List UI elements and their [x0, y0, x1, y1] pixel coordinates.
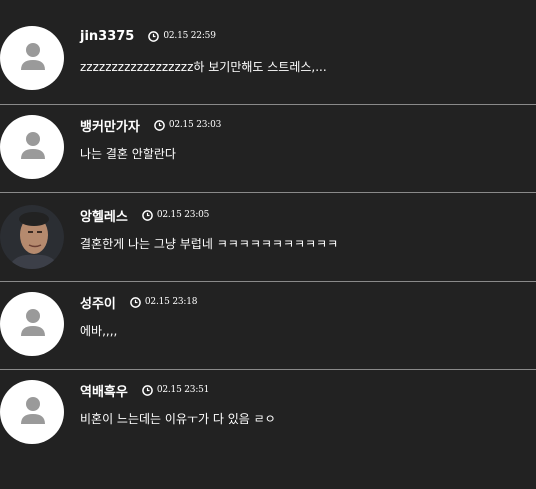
- default-user-icon: [21, 43, 45, 70]
- avatar[interactable]: [0, 115, 64, 179]
- comment-text: 비혼이 느는데는 이유ㅜ가 다 있음 ㄹㅇ: [80, 412, 276, 426]
- comment-header: jin3375 02.15 22:59: [80, 26, 216, 46]
- comment-timestamp: 02.15 23:18: [144, 297, 198, 307]
- comment-item: 뱅커만가자 02.15 23:03 나는 결혼 안할란다: [0, 105, 536, 193]
- default-user-icon: [21, 397, 45, 424]
- comment-item: 앙헬레스 02.15 23:05 결혼한게 나는 그냥 부럽네 ㅋㅋㅋㅋㅋㅋㅋㅋ…: [0, 193, 536, 282]
- clock-icon: [148, 30, 160, 42]
- comment-text: 결혼한게 나는 그냥 부럽네 ㅋㅋㅋㅋㅋㅋㅋㅋㅋㅋㅋ: [80, 237, 339, 251]
- comment-item: 성주이 02.15 23:18 에바,,,,: [0, 282, 536, 370]
- comment-text: 나는 결혼 안할란다: [80, 147, 176, 161]
- comment-header: 뱅커만가자 02.15 23:03: [80, 115, 221, 135]
- comment-timestamp: 02.15 22:59: [163, 31, 216, 41]
- comment-author[interactable]: 뱅커만가자: [80, 116, 140, 135]
- comment-author[interactable]: 앙헬레스: [80, 206, 128, 225]
- comment-timestamp: 02.15 23:51: [156, 385, 210, 395]
- default-user-icon: [21, 132, 45, 159]
- comment-header: 앙헬레스 02.15 23:05: [80, 205, 209, 225]
- comment-item: jin3375 02.15 22:59 zzzzzzzzzzzzzzzzzz하 …: [0, 0, 536, 105]
- avatar[interactable]: [0, 292, 64, 356]
- comment-header: 역배흑우 02.15 23:51: [80, 380, 209, 400]
- clock-icon: [142, 209, 153, 221]
- comment-timestamp: 02.15 23:05: [156, 210, 210, 220]
- comment-author[interactable]: 성주이: [80, 293, 116, 312]
- comment-author[interactable]: 역배흑우: [80, 381, 128, 400]
- avatar[interactable]: [0, 26, 64, 90]
- comment-item: 역배흑우 02.15 23:51 비혼이 느는데는 이유ㅜ가 다 있음 ㄹㅇ: [0, 370, 536, 480]
- comment-header: 성주이 02.15 23:18: [80, 292, 197, 312]
- avatar-photo[interactable]: [0, 205, 64, 269]
- clock-icon: [142, 384, 153, 396]
- avatar[interactable]: [0, 380, 64, 444]
- clock-icon: [153, 119, 165, 131]
- comment-text: zzzzzzzzzzzzzzzzzz하 보기만해도 스트레스,...: [80, 60, 327, 74]
- comment-timestamp: 02.15 23:03: [168, 120, 222, 130]
- clock-icon: [130, 296, 141, 308]
- user-photo: [0, 205, 64, 269]
- default-user-icon: [21, 309, 45, 336]
- comment-list: jin3375 02.15 22:59 zzzzzzzzzzzzzzzzzz하 …: [0, 0, 536, 480]
- comment-text: 에바,,,,: [80, 324, 118, 338]
- comment-author[interactable]: jin3375: [80, 29, 134, 44]
